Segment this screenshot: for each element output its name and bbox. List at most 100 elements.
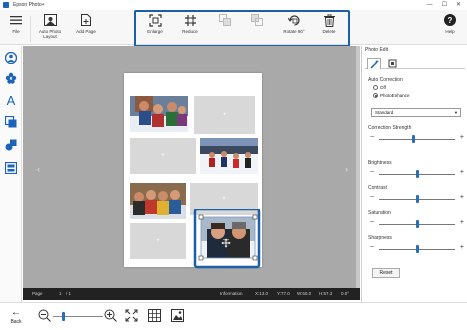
decrease-icon[interactable]: − (370, 194, 374, 201)
decrease-icon[interactable]: − (370, 219, 374, 226)
radio-off-dot[interactable] (373, 85, 378, 90)
increase-icon[interactable]: + (460, 134, 464, 141)
back-arrow-icon: ← (11, 307, 21, 318)
zoom-slider-thumb[interactable] (61, 312, 65, 321)
add-page-button[interactable]: Add Page (72, 13, 100, 43)
photo-slot-empty[interactable]: + (130, 223, 186, 259)
page-label: Page (32, 291, 43, 296)
sharpness-slider[interactable]: − + (370, 244, 464, 253)
w-readout: W:60.0 (297, 291, 312, 296)
help-label: Help (445, 29, 455, 34)
h-readout: H:57.3 (319, 291, 333, 296)
photo-snow-family[interactable] (200, 138, 258, 174)
fit-to-window-icon[interactable] (125, 309, 138, 327)
auto-layout-label: Auto Photo Layout (38, 29, 62, 39)
brightness-slider[interactable]: − + (370, 169, 464, 178)
zoom-slider[interactable] (53, 316, 103, 317)
auto-photo-layout-button[interactable]: Auto Photo Layout (34, 13, 66, 43)
svg-text:?: ? (448, 16, 453, 25)
frame-icon[interactable] (5, 116, 17, 128)
prev-page-icon[interactable]: ‹ (37, 164, 40, 174)
next-page-icon[interactable]: › (345, 164, 348, 174)
contrast-label: Contrast (368, 185, 387, 191)
bottom-bar: ← Back (0, 302, 467, 330)
magic-wand-icon (369, 59, 378, 69)
radio-off[interactable]: Off (373, 85, 386, 90)
add-page-icon (79, 13, 93, 27)
auto-correction-label: Auto Correction (368, 77, 403, 83)
move-cursor-icon (220, 235, 232, 249)
increase-icon[interactable]: + (460, 219, 464, 226)
panel-tabs (365, 57, 465, 69)
photo-slot-empty[interactable]: + (194, 96, 255, 134)
saturation-slider[interactable]: − + (370, 219, 464, 228)
decrease-icon[interactable]: − (370, 244, 374, 251)
file-button[interactable]: File (6, 13, 26, 43)
editing-canvas[interactable]: ‹ › + + + + (23, 46, 360, 288)
layout-template-icon[interactable] (5, 162, 17, 174)
zoom-in-icon[interactable] (104, 309, 117, 327)
slider-thumb[interactable] (415, 195, 419, 203)
auto-layout-icon (43, 13, 57, 27)
toolbar-divider (30, 16, 31, 42)
photo-group-kids[interactable] (130, 96, 188, 132)
x-readout: X:13.0 (255, 291, 269, 296)
information-label: Information (220, 291, 243, 296)
chevron-down-icon: ▼ (454, 110, 458, 115)
left-toolbar: A (0, 46, 22, 302)
back-button[interactable]: ← Back (6, 307, 26, 325)
grid-icon[interactable] (148, 309, 161, 327)
help-button[interactable]: ? Help (440, 13, 460, 43)
person-icon[interactable] (5, 52, 17, 64)
correction-strength-slider[interactable]: − + (370, 134, 464, 143)
maximize-icon[interactable]: ☐ (442, 0, 447, 10)
slider-thumb[interactable] (415, 220, 419, 228)
hamburger-menu-icon (9, 13, 23, 27)
angle-readout: 0.0° (341, 291, 350, 296)
slider-thumb[interactable] (415, 170, 419, 178)
radio-photoenhance[interactable]: PhotoEnhance (373, 93, 410, 98)
enhance-mode-select[interactable]: Standard ▼ (371, 108, 461, 117)
help-icon: ? (443, 13, 457, 27)
tab-crop[interactable] (385, 58, 399, 69)
zoom-out-icon[interactable] (38, 309, 51, 327)
shapes-icon[interactable] (5, 139, 17, 151)
toolbar-highlight-frame (134, 10, 350, 47)
text-tool-icon[interactable]: A (5, 93, 17, 108)
photo-family-group[interactable] (130, 183, 186, 219)
back-label: Back (10, 319, 22, 325)
status-bar: Page 1 / 1 Information X:13.0 Y:77.0 W:6… (23, 288, 360, 300)
file-label: File (12, 29, 20, 34)
window-title: Epson Photo+ (13, 2, 45, 8)
tab-adjust[interactable] (367, 58, 381, 69)
decrease-icon[interactable]: − (370, 134, 374, 141)
app-logo-icon (3, 2, 9, 8)
window-controls: — ☐ ✕ (427, 0, 465, 10)
panel-title: Photo Edit (365, 47, 389, 53)
increase-icon[interactable]: + (460, 244, 464, 251)
slider-thumb[interactable] (415, 245, 419, 253)
slider-thumb[interactable] (411, 135, 415, 143)
image-preview-icon[interactable] (171, 309, 184, 327)
flower-icon[interactable] (5, 72, 17, 84)
radio-photoenhance-dot[interactable] (373, 93, 378, 98)
decrease-icon[interactable]: − (370, 169, 374, 176)
radio-photoenhance-label: PhotoEnhance (380, 93, 410, 98)
minimize-icon[interactable]: — (427, 0, 433, 10)
sharpness-label: Sharpness (368, 235, 392, 241)
slider-track[interactable] (379, 139, 455, 140)
reset-button[interactable]: Reset (372, 268, 400, 278)
page-number: 1 (59, 291, 62, 296)
radio-off-label: Off (380, 85, 386, 90)
close-icon[interactable]: ✕ (456, 0, 461, 10)
saturation-label: Saturation (368, 210, 391, 216)
contrast-slider[interactable]: − + (370, 194, 464, 203)
canvas-scrollbar[interactable] (356, 46, 360, 288)
selection-frame (193, 209, 261, 269)
increase-icon[interactable]: + (460, 169, 464, 176)
title-bar: Epson Photo+ — ☐ ✕ (0, 0, 467, 10)
increase-icon[interactable]: + (460, 194, 464, 201)
photo-slot-empty[interactable]: + (130, 138, 196, 174)
enhance-mode-value: Standard (375, 110, 394, 115)
photo-edit-panel: Photo Edit Auto Correction Off PhotoEnha… (361, 46, 467, 302)
